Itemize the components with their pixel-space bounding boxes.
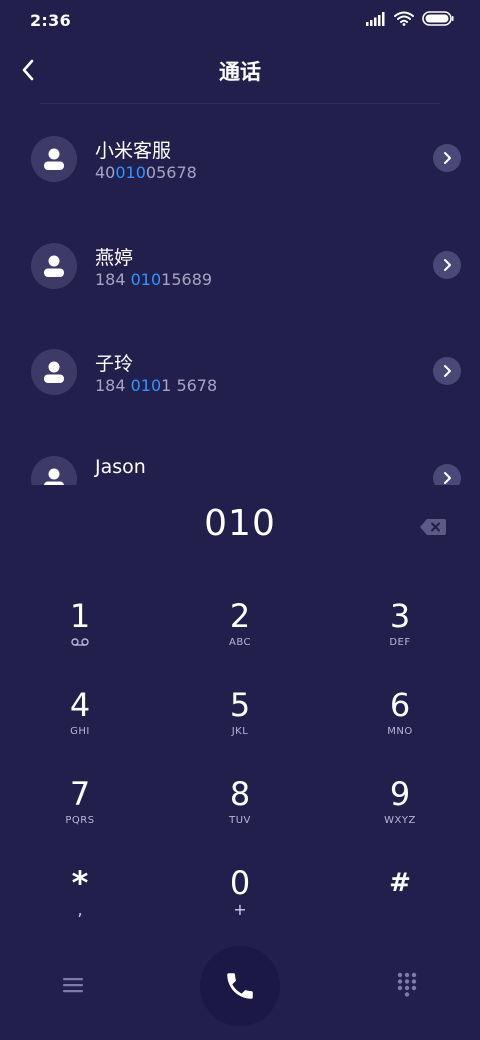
key-digit: 4 xyxy=(69,686,91,724)
contact-row[interactable]: 燕婷 184 01015689 xyxy=(0,212,480,319)
person-icon xyxy=(44,468,64,485)
key-digit: * xyxy=(71,864,89,902)
key-letters: ABC xyxy=(228,637,251,648)
person-icon xyxy=(44,361,64,383)
status-time: 2:36 xyxy=(30,11,71,30)
avatar xyxy=(31,243,77,289)
phone-icon xyxy=(227,973,253,999)
key-letters: MNO xyxy=(387,726,413,737)
call-button[interactable] xyxy=(200,946,280,1026)
key-4[interactable]: 4 GHI xyxy=(10,685,150,765)
key-5[interactable]: 5 JKL xyxy=(170,685,310,765)
status-icons xyxy=(366,11,454,26)
contact-detail-button[interactable] xyxy=(433,464,461,485)
contact-row[interactable]: Jason xyxy=(0,425,480,485)
key-6[interactable]: 6 MNO xyxy=(330,685,470,765)
key-digit: 7 xyxy=(69,775,91,813)
number-match: 010 xyxy=(130,270,162,289)
key-digit: 8 xyxy=(229,775,251,813)
battery-icon xyxy=(422,11,454,26)
key-letters: DEF xyxy=(389,637,411,648)
person-icon xyxy=(44,148,64,170)
contact-number: 184 0101 5678 xyxy=(95,376,217,395)
contact-name: 小米客服 xyxy=(95,140,172,162)
contact-row[interactable]: 子玲 184 0101 5678 xyxy=(0,318,480,425)
contact-name: 子玲 xyxy=(95,353,134,375)
key-digit: 1 xyxy=(69,597,91,635)
header-divider xyxy=(40,103,440,104)
contact-detail-button[interactable] xyxy=(433,357,461,385)
person-icon xyxy=(44,255,64,277)
avatar xyxy=(31,349,77,395)
key-digit: 3 xyxy=(389,597,411,635)
key-1[interactable]: 1 xyxy=(10,596,150,676)
avatar xyxy=(31,456,77,485)
number-suffix: 15689 xyxy=(161,270,213,289)
chevron-right-icon xyxy=(444,365,451,377)
number-match: 010 xyxy=(115,163,146,182)
signal-icon xyxy=(366,11,385,26)
number-suffix: 05678 xyxy=(145,163,197,182)
key-0[interactable]: 0 + xyxy=(170,863,310,943)
number-match: 010 xyxy=(130,376,162,395)
key-letters: JKL xyxy=(231,726,249,737)
number-suffix: 1 5678 xyxy=(161,376,218,395)
key-2[interactable]: 2 ABC xyxy=(170,596,310,676)
key-digit: 2 xyxy=(229,597,251,635)
key-star[interactable]: * , xyxy=(10,863,150,943)
dialpad-icon xyxy=(397,972,417,997)
backspace-icon xyxy=(420,519,446,535)
key-hash[interactable]: # xyxy=(330,863,470,943)
chevron-right-icon xyxy=(444,152,451,164)
contact-name: 燕婷 xyxy=(95,247,134,269)
header: 通话 xyxy=(0,46,480,94)
key-digit: 9 xyxy=(389,775,411,813)
contact-name: Jason xyxy=(95,456,146,478)
key-letters: WXYZ xyxy=(384,815,416,826)
menu-icon xyxy=(63,978,83,993)
voicemail-icon xyxy=(71,638,89,646)
key-3[interactable]: 3 DEF xyxy=(330,596,470,676)
backspace-button[interactable] xyxy=(416,514,450,540)
dialed-number: 010 xyxy=(204,503,276,544)
key-digit: # xyxy=(389,868,411,898)
key-digit: 6 xyxy=(389,686,411,724)
contact-row[interactable]: 小米客服 4001005678 xyxy=(0,105,480,212)
number-prefix: 40 xyxy=(95,163,116,182)
key-digit: 0 xyxy=(229,864,251,902)
key-letters: PQRS xyxy=(65,815,95,826)
key-letters: GHI xyxy=(70,726,90,737)
chevron-right-icon xyxy=(444,259,451,271)
chevron-right-icon xyxy=(444,472,451,484)
bottom-bar xyxy=(0,944,480,1030)
key-letters: + xyxy=(233,900,247,919)
key-digit: 5 xyxy=(229,686,251,724)
key-8[interactable]: 8 TUV xyxy=(170,774,310,854)
dialer-screen: 2:36 通话 小米客服 4001005678 燕婷 184 01015689 … xyxy=(0,0,480,1040)
key-letters: , xyxy=(77,900,83,919)
dialpad-toggle-button[interactable] xyxy=(392,970,422,1000)
key-letters: TUV xyxy=(229,815,251,826)
key-7[interactable]: 7 PQRS xyxy=(10,774,150,854)
avatar xyxy=(31,136,77,182)
contact-list: 小米客服 4001005678 燕婷 184 01015689 子玲 184 0… xyxy=(0,105,480,485)
status-bar: 2:36 xyxy=(0,0,480,40)
wifi-icon xyxy=(394,11,414,26)
contact-number: 184 01015689 xyxy=(95,270,212,289)
number-prefix: 184 xyxy=(95,270,131,289)
page-title: 通话 xyxy=(219,60,261,84)
number-prefix: 184 xyxy=(95,376,131,395)
contact-detail-button[interactable] xyxy=(433,144,461,172)
contact-number: 4001005678 xyxy=(95,163,197,182)
menu-button[interactable] xyxy=(58,970,88,1000)
key-9[interactable]: 9 WXYZ xyxy=(330,774,470,854)
contact-detail-button[interactable] xyxy=(433,251,461,279)
